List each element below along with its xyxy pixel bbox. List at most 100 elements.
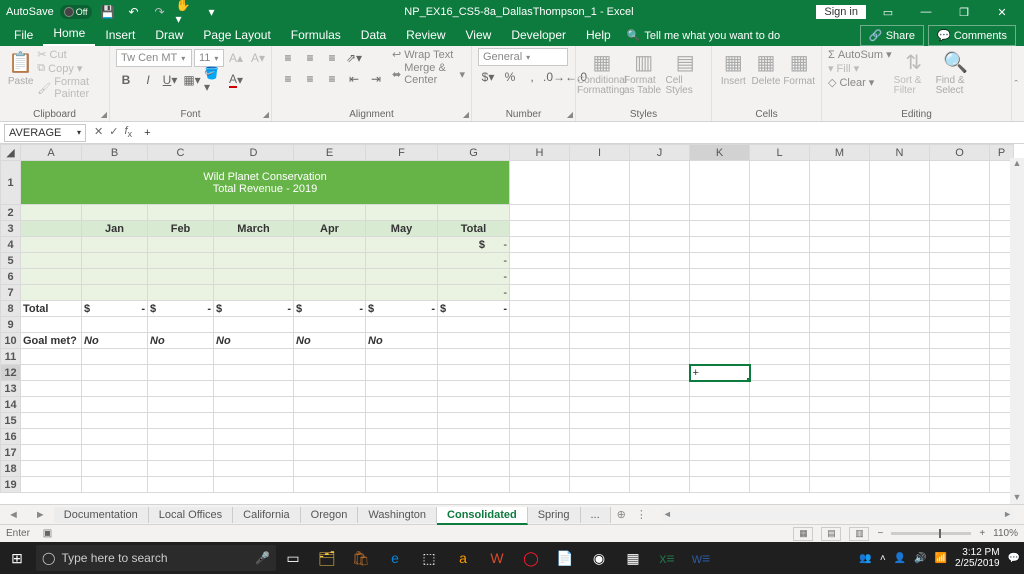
cell-N10[interactable] [870,333,930,349]
cell-B5[interactable] [82,253,148,269]
row-header-17[interactable]: 17 [1,445,21,461]
cell-C2[interactable] [148,205,214,221]
sheet-tab-california[interactable]: California [233,507,300,523]
row-header-3[interactable]: 3 [1,221,21,237]
name-box[interactable]: AVERAGE▾ [4,124,86,142]
zoom-slider[interactable] [891,532,971,535]
cell-H19[interactable] [510,477,570,493]
cell-B13[interactable] [82,381,148,397]
cell-B16[interactable] [82,429,148,445]
cell-E4[interactable] [294,237,366,253]
cell-J11[interactable] [630,349,690,365]
cell-D17[interactable] [214,445,294,461]
row-header-12[interactable]: 12 [1,365,21,381]
cell-A6[interactable] [21,269,82,285]
cell-E18[interactable] [294,461,366,477]
cell-L16[interactable] [750,429,810,445]
indent-dec-icon[interactable]: ⇤ [344,69,364,89]
cell-G15[interactable] [438,413,510,429]
cell-I11[interactable] [570,349,630,365]
cell-N5[interactable] [870,253,930,269]
cell-L7[interactable] [750,285,810,301]
cell-J4[interactable] [630,237,690,253]
cell-M16[interactable] [810,429,870,445]
store-icon[interactable]: 🛍 [344,542,378,574]
sheet-nav-prev-icon[interactable]: ◄ [0,509,27,521]
cell-H16[interactable] [510,429,570,445]
cell-H13[interactable] [510,381,570,397]
scroll-left-icon[interactable]: ◄ [663,509,672,519]
cell-J14[interactable] [630,397,690,413]
cell-E6[interactable] [294,269,366,285]
clear-button[interactable]: ◇Clear ▾ [828,76,892,89]
fill-button[interactable]: ▾Fill ▾ [828,62,892,75]
cell-B8[interactable]: $- [82,301,148,317]
cell-K10[interactable] [690,333,750,349]
cell-M19[interactable] [810,477,870,493]
cell-K8[interactable] [690,301,750,317]
cell-I5[interactable] [570,253,630,269]
cell-C6[interactable] [148,269,214,285]
cell-A10[interactable]: Goal met? [21,333,82,349]
cell-B12[interactable] [82,365,148,381]
row-header-7[interactable]: 7 [1,285,21,301]
cell-M1[interactable] [810,161,870,205]
cell-B11[interactable] [82,349,148,365]
alignment-launcher-icon[interactable]: ◢ [463,110,469,119]
copy-button[interactable]: ⧉Copy ▾ [37,62,103,75]
cell-I7[interactable] [570,285,630,301]
cell-F4[interactable] [366,237,438,253]
cell-K14[interactable] [690,397,750,413]
cell-K3[interactable] [690,221,750,237]
row-header-10[interactable]: 10 [1,333,21,349]
cell-O1[interactable] [930,161,990,205]
cell-O13[interactable] [930,381,990,397]
merge-center-button[interactable]: ⬌Merge & Center ▾ [392,62,465,86]
row-header-6[interactable]: 6 [1,269,21,285]
cell-H9[interactable] [510,317,570,333]
volume-icon[interactable]: 🔊 [914,553,926,564]
cell-K6[interactable] [690,269,750,285]
cell-A9[interactable] [21,317,82,333]
cell-B6[interactable] [82,269,148,285]
row-header-1[interactable]: 1 [1,161,21,205]
cell-D10[interactable]: No [214,333,294,349]
grow-font-icon[interactable]: A▴ [226,48,246,68]
cell-J1[interactable] [630,161,690,205]
wps-icon[interactable]: W [480,542,514,574]
cell-A2[interactable] [21,205,82,221]
cell-L19[interactable] [750,477,810,493]
cell-K12[interactable]: + [690,365,750,381]
format-painter-button[interactable]: 🖌Format Painter [37,76,103,100]
cell-L1[interactable] [750,161,810,205]
cell-C14[interactable] [148,397,214,413]
cell-K11[interactable] [690,349,750,365]
col-header-N[interactable]: N [870,145,930,161]
cell-G9[interactable] [438,317,510,333]
cell-J2[interactable] [630,205,690,221]
percent-icon[interactable]: % [500,67,520,87]
cell-C12[interactable] [148,365,214,381]
delete-cells-button[interactable]: ▦Delete [751,48,782,87]
fx-icon[interactable]: fx [124,125,132,139]
fill-color-icon[interactable]: 🪣▾ [204,70,224,90]
tab-developer[interactable]: Developer [501,24,576,46]
col-header-B[interactable]: B [82,145,148,161]
cell-I19[interactable] [570,477,630,493]
cell-J13[interactable] [630,381,690,397]
cell-L10[interactable] [750,333,810,349]
font-size-combo[interactable]: 11▾ [194,49,224,67]
enter-formula-icon[interactable]: ✓ [109,125,118,139]
dropbox-icon[interactable]: ⬚ [412,542,446,574]
font-launcher-icon[interactable]: ◢ [263,110,269,119]
scroll-right-icon[interactable]: ► [1003,509,1012,519]
cell-F6[interactable] [366,269,438,285]
cell-O18[interactable] [930,461,990,477]
cell-J16[interactable] [630,429,690,445]
indent-inc-icon[interactable]: ⇥ [366,69,386,89]
cell-N3[interactable] [870,221,930,237]
cell-O14[interactable] [930,397,990,413]
cell-L3[interactable] [750,221,810,237]
tab-formulas[interactable]: Formulas [281,24,351,46]
cell-A14[interactable] [21,397,82,413]
